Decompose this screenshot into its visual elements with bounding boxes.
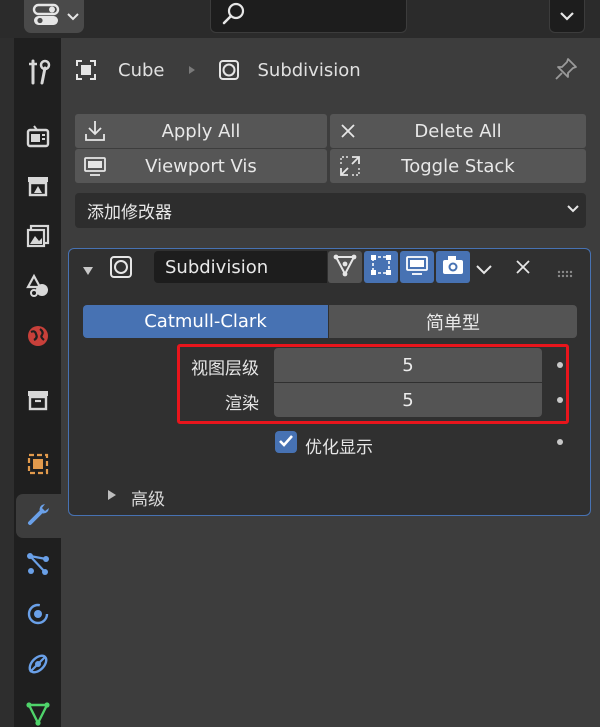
keyframe-dot-icon[interactable]: [557, 439, 563, 445]
modifier-name-input[interactable]: Subdivision: [154, 251, 327, 283]
output-icon: [25, 173, 51, 203]
world-icon: [25, 323, 51, 353]
tab-physics[interactable]: [14, 594, 61, 638]
subdivision-modifier-icon: [218, 59, 246, 81]
chevron-down-icon: [66, 7, 80, 26]
edit-mode-cage-toggle[interactable]: [328, 251, 362, 283]
edit-mode-icon: [369, 253, 393, 281]
search-icon: [221, 1, 247, 31]
collapse-arrow-icon[interactable]: [82, 262, 94, 281]
options-dropdown-button[interactable]: [549, 0, 585, 33]
monitor-icon: [83, 155, 107, 177]
tab-data[interactable]: [14, 694, 61, 727]
chevron-down-icon: [566, 204, 580, 214]
viewport-vis-button[interactable]: Viewport Vis: [75, 149, 327, 183]
drag-handle-icon[interactable]: [557, 263, 573, 282]
mode-simple-button[interactable]: 简单型: [329, 305, 577, 338]
checkmark-icon: [278, 433, 294, 452]
breadcrumb-modifier: Subdivision: [257, 59, 361, 81]
modifier-name-value: Subdivision: [165, 256, 269, 278]
search-input[interactable]: [210, 0, 407, 33]
tab-collection[interactable]: [14, 380, 61, 424]
object-icon: [75, 59, 103, 81]
optimal-display-checkbox[interactable]: [275, 431, 297, 453]
tab-particles[interactable]: [14, 544, 61, 588]
properties-editor-icon: [32, 3, 60, 31]
toggle-stack-button[interactable]: Toggle Stack: [330, 149, 586, 183]
tab-output[interactable]: [14, 166, 61, 210]
chevron-down-icon: [559, 7, 575, 26]
breadcrumb-separator-icon: [188, 65, 196, 75]
advanced-subpanel-label[interactable]: 高级: [131, 485, 165, 510]
modifier-header: Subdivision: [69, 249, 590, 289]
tab-render[interactable]: [14, 116, 61, 160]
camera-icon: [441, 254, 465, 280]
edit-cage-icon: [333, 253, 357, 281]
tab-modifiers[interactable]: [16, 494, 61, 538]
top-bar: [0, 0, 600, 38]
close-icon[interactable]: [515, 259, 531, 279]
object-icon: [25, 451, 51, 481]
delete-all-button[interactable]: Delete All: [330, 114, 586, 148]
viewport-display-toggle[interactable]: [400, 251, 434, 283]
apply-all-button[interactable]: Apply All: [75, 114, 327, 148]
mode-simple-label: 简单型: [426, 312, 480, 334]
tab-world[interactable]: [14, 316, 61, 360]
fullscreen-icon: [338, 154, 362, 178]
render-icon: [25, 123, 51, 153]
delete-all-label: Delete All: [414, 120, 502, 142]
viewport-vis-label: Viewport Vis: [145, 155, 257, 177]
subdivision-modifier-icon: [109, 255, 133, 283]
close-icon: [338, 121, 358, 141]
tab-view-layer[interactable]: [14, 216, 61, 260]
editor-type-button[interactable]: [24, 0, 84, 33]
properties-tab-bar: [14, 38, 61, 727]
highlight-annotation: [177, 344, 569, 424]
apply-all-label: Apply All: [161, 120, 241, 142]
scene-icon: [25, 273, 51, 303]
download-icon: [83, 119, 107, 143]
expand-arrow-icon[interactable]: [107, 489, 117, 501]
mode-catmull-clark-button[interactable]: Catmull-Clark: [83, 305, 328, 338]
viewport-edge: [0, 38, 14, 727]
chevron-down-icon[interactable]: [475, 261, 493, 280]
optimal-display-label: 优化显示: [305, 438, 373, 458]
tab-scene[interactable]: [14, 266, 61, 310]
toggle-stack-label: Toggle Stack: [401, 155, 515, 177]
tab-constraints[interactable]: [14, 644, 61, 688]
pin-button[interactable]: [553, 56, 579, 86]
edit-mode-toggle[interactable]: [364, 251, 398, 283]
physics-icon: [25, 601, 51, 631]
render-toggle[interactable]: [436, 251, 470, 283]
collection-icon: [25, 387, 51, 417]
particles-icon: [25, 551, 51, 581]
constraint-icon: [25, 651, 51, 681]
breadcrumb: Cube Subdivision: [75, 52, 361, 88]
monitor-icon: [405, 254, 429, 280]
add-modifier-dropdown[interactable]: 添加修改器: [75, 193, 586, 228]
wrench-icon: [26, 501, 52, 531]
view-layer-icon: [25, 223, 51, 253]
add-modifier-label: 添加修改器: [87, 203, 172, 223]
mode-catmull-clark-label: Catmull-Clark: [144, 311, 267, 332]
tab-object[interactable]: [14, 444, 61, 488]
tab-tool[interactable]: [14, 52, 61, 96]
pin-icon: [553, 58, 579, 86]
mesh-data-icon: [25, 701, 51, 727]
breadcrumb-object: Cube: [118, 59, 165, 81]
tool-icon: [25, 58, 51, 90]
